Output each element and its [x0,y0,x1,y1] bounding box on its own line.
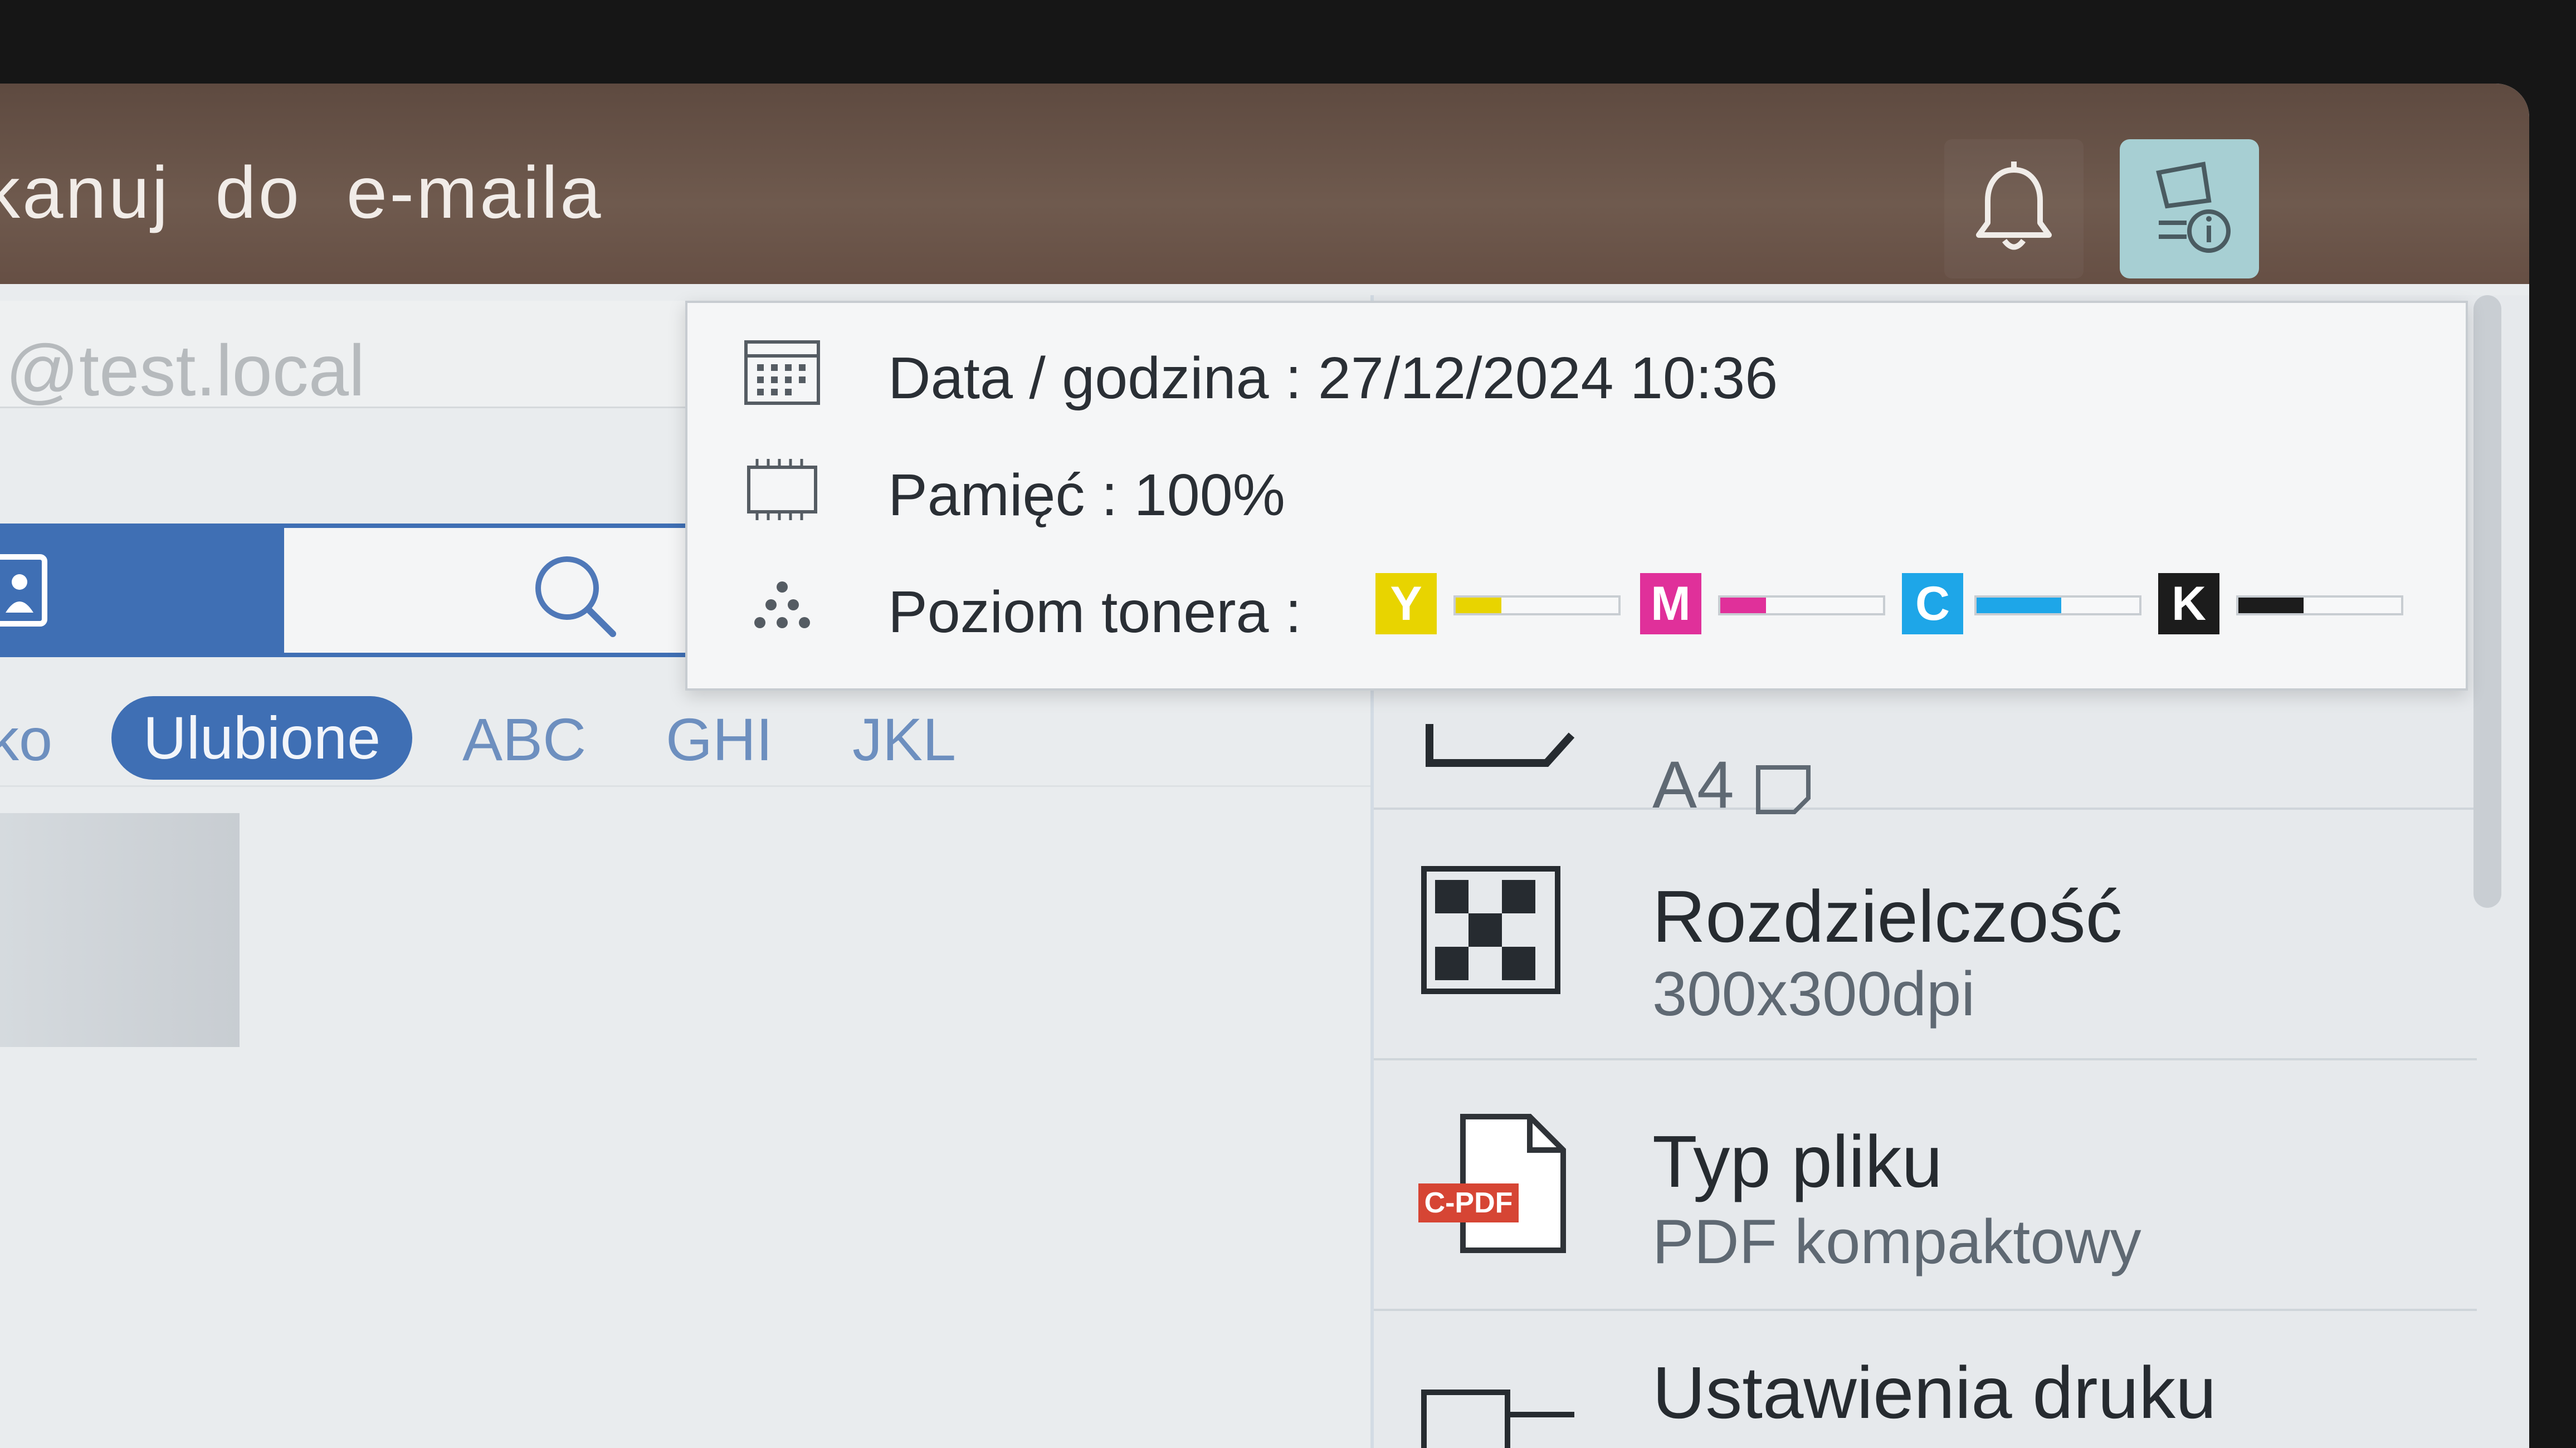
calendar-icon [744,340,820,405]
toner-bar-black [2236,595,2403,615]
toner-label: Poziom tonera : [888,579,1302,645]
setting-row-file-type[interactable]: C-PDF Typ pliku PDF kompaktowy [1374,1058,2477,1311]
toner-letter-yellow: Y [1375,573,1437,634]
header-bar: kanuj do e-maila [0,84,2529,284]
pdf-file-icon: C-PDF [1418,1111,1585,1256]
toner-letter-magenta: M [1640,573,1701,634]
search-input[interactable] [284,524,724,657]
setting-row-print[interactable]: Ustawienia druku [1374,1309,2477,1448]
toner-letter-cyan: C [1902,573,1963,634]
toner-bar-cyan [1974,595,2141,615]
paper-size-icon [1426,724,1575,767]
toner-letter-black: K [2158,573,2219,634]
filter-tabs: ko Ulubione ABC GHI JKL [0,679,1370,787]
file-type-title: Typ pliku [1652,1121,1943,1202]
resolution-title: Rozdzielczość [1652,875,2123,957]
email-value: @test.local [6,330,365,411]
datetime-row: Data / godzina : 27/12/2024 10:36 [687,314,2470,431]
toner-bar-yellow [1453,595,1621,615]
memory-row: Pamięć : 100% [687,431,2470,548]
filter-tab-favorites[interactable]: Ulubione [111,696,412,780]
device-info-button[interactable] [2120,139,2259,278]
filter-tab-partial[interactable]: ko [0,705,52,774]
toner-bar-magenta [1718,595,1885,615]
filter-tab-ghi[interactable]: GHI [666,705,773,774]
device-info-icon [2156,162,2231,253]
page-title: kanuj do e-maila [0,151,603,233]
search-icon [535,556,616,637]
printer-screen: kanuj do e-maila @test.local ko Ulubione… [0,84,2529,1448]
resolution-icon [1421,866,1560,994]
settings-scrollbar[interactable] [2473,295,2501,908]
datetime-text: Data / godzina : 27/12/2024 10:36 [888,345,1778,411]
print-settings-title: Ustawienia druku [1652,1352,2217,1434]
device-status-popup: Data / godzina : 27/12/2024 10:36 Pamięć… [685,301,2468,691]
address-book-button[interactable] [0,524,284,657]
resolution-value: 300x300dpi [1652,959,1975,1029]
bell-icon [1976,162,2052,250]
toner-icon [754,581,810,628]
list-item[interactable] [0,813,240,1047]
address-book-icon [0,554,47,627]
pdf-badge: C-PDF [1418,1183,1519,1222]
filter-tab-jkl[interactable]: JKL [852,705,956,774]
toner-row: Poziom tonera : Y M C K [687,548,2470,665]
setting-row-resolution[interactable]: Rozdzielczość 300x300dpi [1374,808,2477,1060]
memory-chip-icon [747,459,817,520]
print-settings-icon [1421,1390,1574,1448]
email-field[interactable]: @test.local [0,301,724,411]
notifications-button[interactable] [1944,139,2084,278]
file-type-value: PDF kompaktowy [1652,1207,2141,1276]
memory-text: Pamięć : 100% [888,462,1285,528]
filter-tab-abc[interactable]: ABC [462,705,586,774]
